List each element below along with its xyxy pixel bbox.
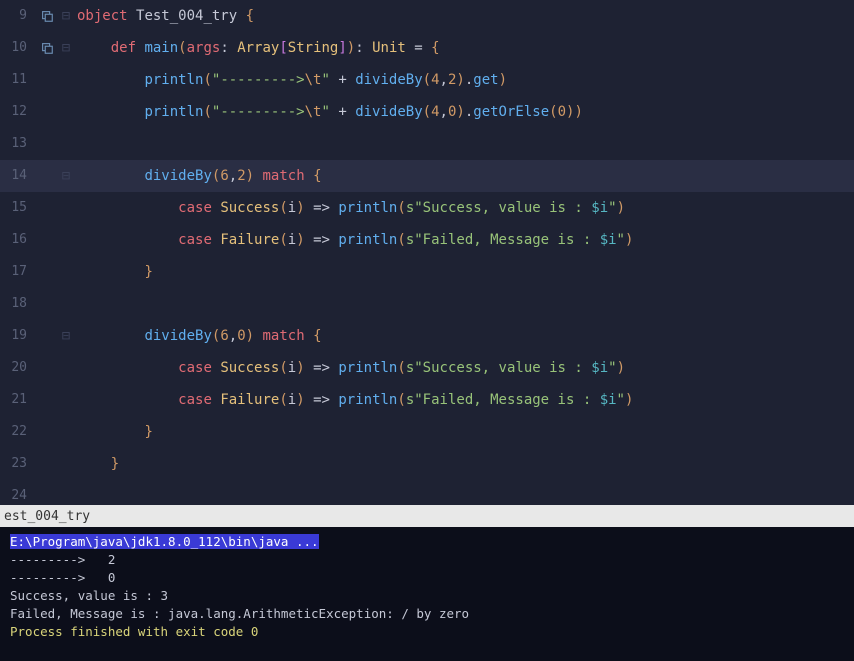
code-text: }: [73, 448, 119, 480]
fold-indicator[interactable]: ⊟: [59, 0, 73, 32]
line-number: 17: [0, 256, 35, 288]
code-text: case Success(i) => println(s"Success, va…: [73, 192, 625, 224]
console-output-line: ---------> 0: [10, 569, 844, 587]
code-text: println("--------->\t" + divideBy(4,0).g…: [73, 96, 583, 128]
line-number: 10: [0, 32, 35, 64]
line-number: 18: [0, 288, 35, 320]
code-text: case Success(i) => println(s"Success, va…: [73, 352, 625, 384]
code-text: divideBy(6,2) match {: [73, 160, 322, 192]
line-number: 23: [0, 448, 35, 480]
code-line-current[interactable]: 14 ⊟ divideBy(6,2) match {: [0, 160, 854, 192]
console-output-line: Failed, Message is : java.lang.Arithmeti…: [10, 605, 844, 623]
code-line[interactable]: 15 case Success(i) => println(s"Success,…: [0, 192, 854, 224]
code-line[interactable]: 19 ⊟ divideBy(6,0) match {: [0, 320, 854, 352]
code-line[interactable]: 24: [0, 480, 854, 512]
console-output-line: Success, value is : 3: [10, 587, 844, 605]
code-line[interactable]: 20 case Success(i) => println(s"Success,…: [0, 352, 854, 384]
code-line[interactable]: 9 ⊟ object Test_004_try {: [0, 0, 854, 32]
line-number: 14: [0, 160, 35, 192]
console-command: E:\Program\java\jdk1.8.0_112\bin\java ..…: [10, 533, 844, 551]
line-number: 15: [0, 192, 35, 224]
code-editor[interactable]: 9 ⊟ object Test_004_try { 10 ⊟ def main(…: [0, 0, 854, 505]
code-line[interactable]: 13: [0, 128, 854, 160]
line-number: 19: [0, 320, 35, 352]
line-number: 9: [0, 0, 35, 32]
line-number: 11: [0, 64, 35, 96]
console-output-line: ---------> 2: [10, 551, 844, 569]
code-line[interactable]: 16 case Failure(i) => println(s"Failed, …: [0, 224, 854, 256]
line-number: 21: [0, 384, 35, 416]
console-output[interactable]: E:\Program\java\jdk1.8.0_112\bin\java ..…: [0, 527, 854, 661]
code-text: case Failure(i) => println(s"Failed, Mes…: [73, 224, 633, 256]
code-line[interactable]: 21 case Failure(i) => println(s"Failed, …: [0, 384, 854, 416]
line-number: 20: [0, 352, 35, 384]
fold-indicator[interactable]: ⊟: [59, 320, 73, 352]
code-line[interactable]: 22 }: [0, 416, 854, 448]
code-line[interactable]: 12 println("--------->\t" + divideBy(4,0…: [0, 96, 854, 128]
line-number: 16: [0, 224, 35, 256]
line-number: 12: [0, 96, 35, 128]
fold-indicator[interactable]: ⊟: [59, 32, 73, 64]
run-tab-label: est_004_try: [4, 509, 90, 524]
code-text: println("--------->\t" + divideBy(4,2).g…: [73, 64, 507, 96]
copy-icon[interactable]: [35, 41, 59, 55]
console-exit-line: Process finished with exit code 0: [10, 623, 844, 641]
fold-indicator[interactable]: ⊟: [59, 160, 73, 192]
code-text: object Test_004_try {: [73, 0, 254, 32]
code-text: }: [73, 256, 153, 288]
code-line[interactable]: 17 }: [0, 256, 854, 288]
code-line[interactable]: 11 println("--------->\t" + divideBy(4,2…: [0, 64, 854, 96]
code-text: def main(args: Array[String]): Unit = {: [73, 32, 440, 64]
line-number: 13: [0, 128, 35, 160]
code-text: case Failure(i) => println(s"Failed, Mes…: [73, 384, 633, 416]
code-line[interactable]: 10 ⊟ def main(args: Array[String]): Unit…: [0, 32, 854, 64]
code-line[interactable]: 18: [0, 288, 854, 320]
code-text: }: [73, 416, 153, 448]
line-number: 24: [0, 480, 35, 512]
copy-icon[interactable]: [35, 9, 59, 23]
line-number: 22: [0, 416, 35, 448]
code-line[interactable]: 23 }: [0, 448, 854, 480]
code-text: divideBy(6,0) match {: [73, 320, 322, 352]
